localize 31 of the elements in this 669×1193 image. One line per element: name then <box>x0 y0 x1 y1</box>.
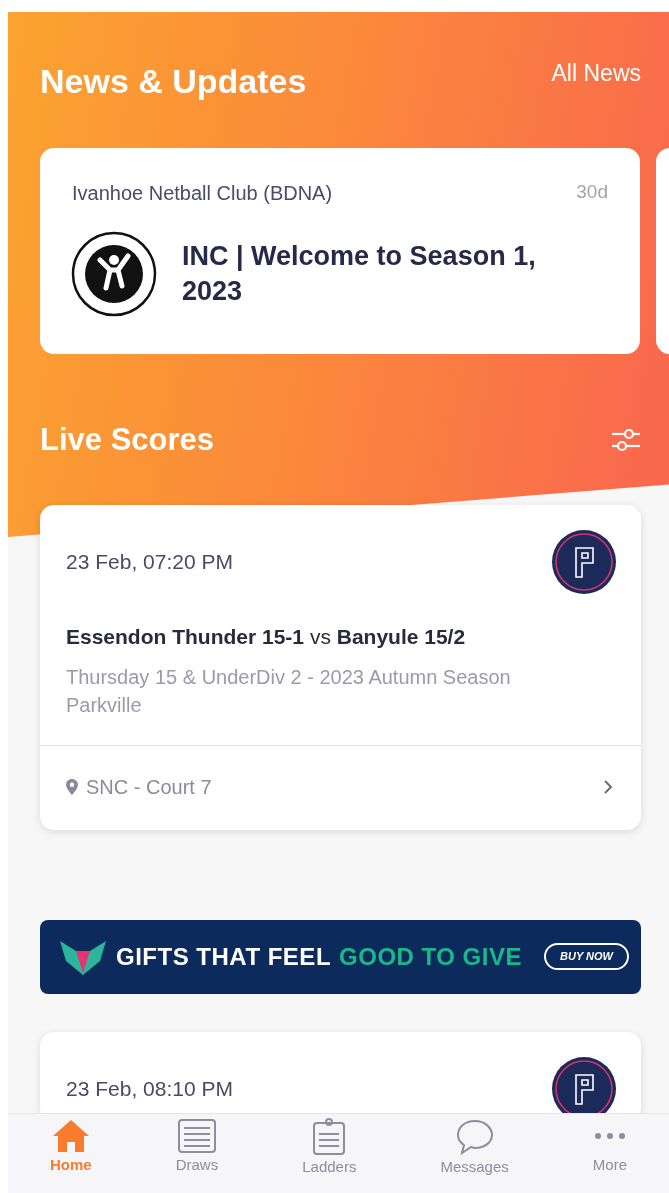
tab[interactable]: Ladders <box>302 1114 357 1193</box>
section-title: News & Updates <box>40 61 307 102</box>
competition-name: Thursday 15 & UnderDiv 2 - 2023 Autumn Season Parkville <box>66 664 512 718</box>
tab[interactable]: More <box>592 1114 627 1193</box>
filter-icon[interactable] <box>611 427 641 453</box>
ad-text: GIFTS THAT FEEL <box>116 941 332 972</box>
match-card[interactable]: 23 Feb, 07:20 PM Essendon Thunder 15-1 vs Banyule 15/2 Thursday 15 & UnderDiv 2 - 2023 Autumn Season Parkville SNC - Court 7 <box>40 505 641 830</box>
section-title: Live Scores <box>40 420 215 459</box>
tab[interactable]: Messages <box>440 1114 509 1193</box>
club-name: Ivanhoe Netball Club (BDNA) <box>72 181 333 206</box>
match-card[interactable]: 23 Feb, 08:10 PM <box>40 1031 641 1113</box>
tab[interactable]: Draws <box>175 1114 219 1193</box>
grid-icon <box>176 1118 217 1154</box>
match-time: 23 Feb, 07:20 PM <box>66 549 233 576</box>
more-icon <box>594 1133 625 1139</box>
news-headline: INC | Welcome to Season 1, 2023 <box>182 239 537 308</box>
ad-banner[interactable]: GIFTS THAT FEEL GOOD TO GIVE BUY NOW <box>40 919 641 994</box>
match-teams: Essendon Thunder 15-1 vs Banyule 15/2 <box>66 624 467 650</box>
venue: SNC - Court 7 <box>86 774 213 800</box>
all-news-link[interactable]: All News <box>551 56 641 91</box>
logo-icon <box>551 529 617 595</box>
post-age: 30d <box>576 180 608 204</box>
club-logo-icon <box>70 230 158 318</box>
ad-text: GOOD TO GIVE <box>339 941 523 972</box>
speech-bubble-icon <box>454 1118 495 1156</box>
match-time: 23 Feb, 08:10 PM <box>66 1075 233 1102</box>
news-card[interactable]: Ivanhoe Netball Club (BDNA) 30d INC | Welcome to Season 1, 2023 <box>40 148 640 354</box>
buy-now-button[interactable]: BUY NOW <box>544 943 629 970</box>
tab[interactable]: Home <box>50 1114 92 1193</box>
chevron-right-icon[interactable] <box>603 778 613 795</box>
location-pin-icon <box>66 778 78 795</box>
